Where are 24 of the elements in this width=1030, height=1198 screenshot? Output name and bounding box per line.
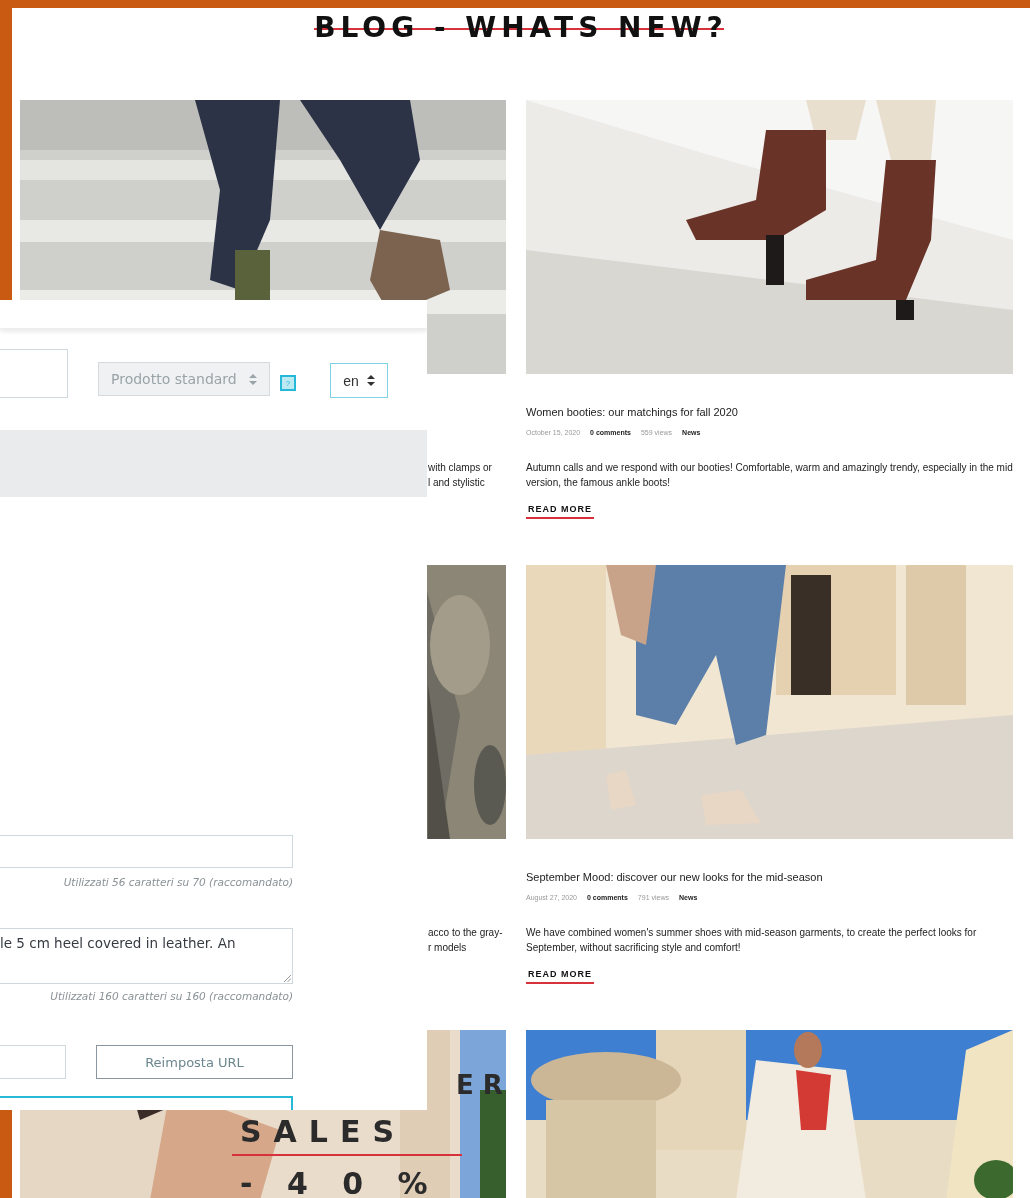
post-title[interactable]: September Mood: discover our new looks for the mid-season [526, 871, 823, 883]
resize-grip-icon[interactable] [284, 975, 291, 982]
read-more-link[interactable]: READ MORE [526, 969, 594, 984]
post-title[interactable]: Women booties: our matchings for fall 2020 [526, 406, 738, 418]
sort-arrows-icon [249, 373, 257, 385]
meta-description-field[interactable]: le 5 cm heel covered in leather. An [0, 928, 293, 984]
post-excerpt-fragment: acco to the gray- [428, 926, 503, 940]
character-count-hint: Utilizzati 56 caratteri su 70 (raccomandato) [62, 876, 293, 888]
post-excerpt-fragment: r models [428, 941, 467, 955]
post-excerpt-fragment: l and stylistic [428, 476, 485, 490]
banner-text: - 4 0 % [240, 1166, 440, 1198]
reset-url-button[interactable]: Reimposta URL [96, 1045, 293, 1079]
character-count-hint: Utilizzati 160 caratteri su 160 (raccomandato) [49, 990, 293, 1002]
language-select[interactable]: en [330, 363, 388, 398]
sort-arrows-icon [366, 375, 375, 386]
banner-text: SALES [240, 1114, 407, 1149]
post-excerpt: Autumn calls and we respond with our booties! Comfortable, warm and amazingly trendy, especially in the mid version, the famous ankle boots! [526, 461, 1013, 490]
meta-title-field[interactable] [0, 835, 293, 868]
input-field[interactable] [0, 1045, 66, 1079]
input-field[interactable] [0, 349, 68, 398]
focused-field[interactable] [0, 1096, 293, 1110]
read-more-link[interactable]: READ MORE [526, 504, 594, 519]
post-excerpt: We have combined women's summer shoes with mid-season garments, to create the perfect looks for September, without sacrificing style and comfort! [526, 926, 978, 955]
post-excerpt-fragment: with clamps or [428, 461, 492, 475]
